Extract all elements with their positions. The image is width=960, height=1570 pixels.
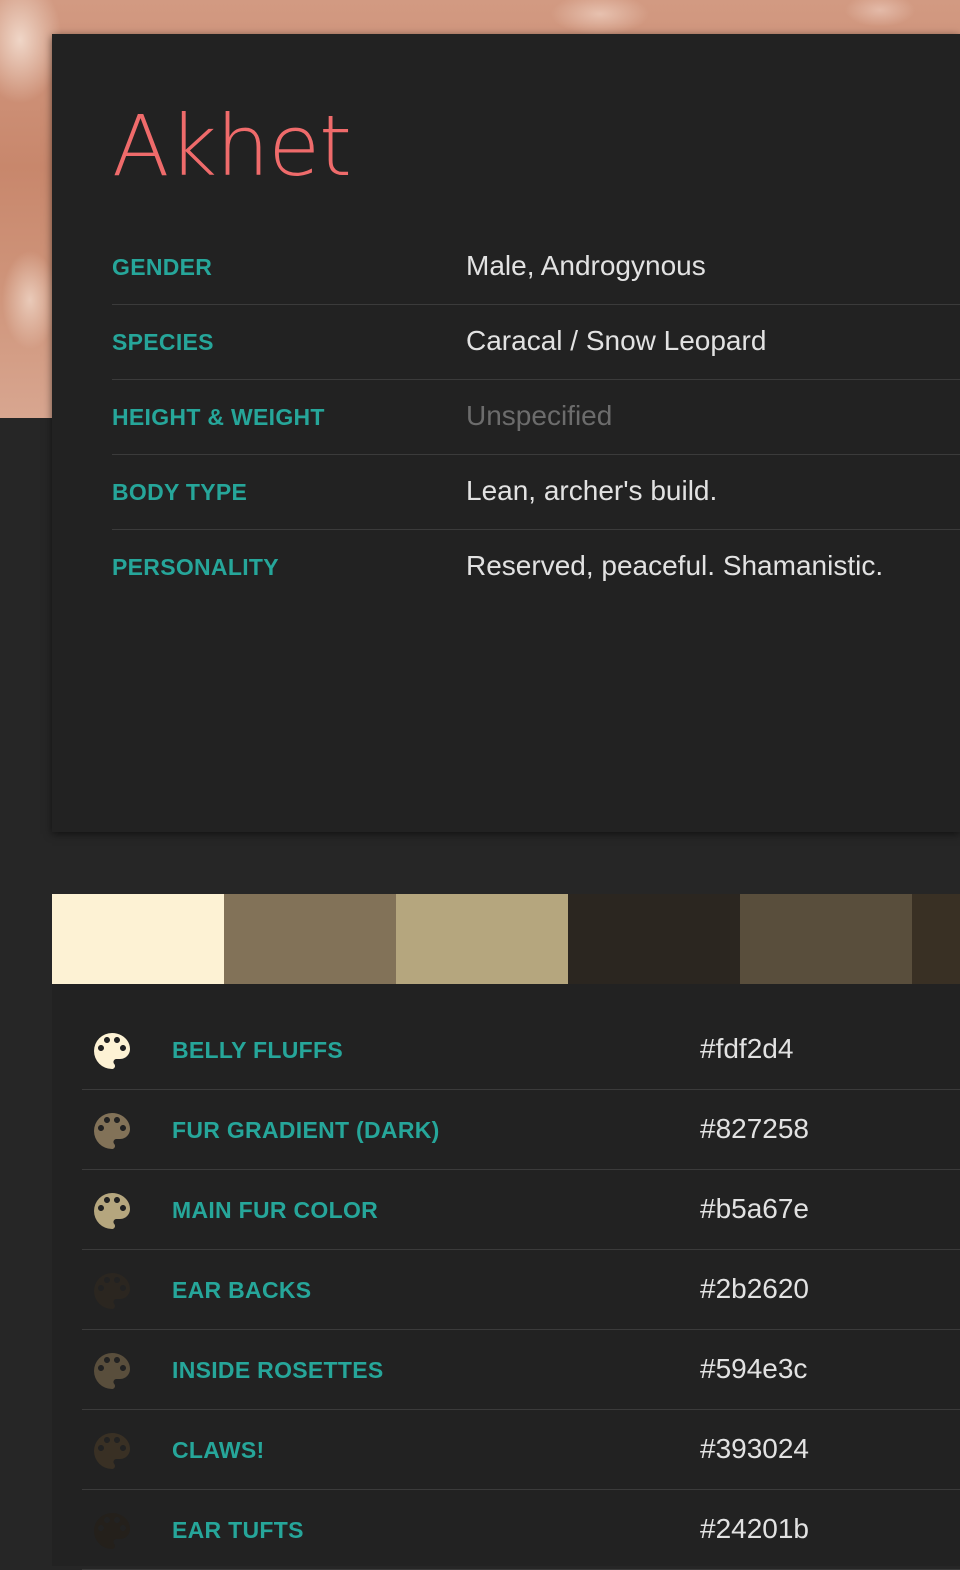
- attribute-row-species: SPECIES Caracal / Snow Leopard: [112, 305, 960, 380]
- attribute-label: GENDER: [112, 254, 213, 280]
- attribute-label: SPECIES: [112, 329, 214, 355]
- attribute-value: Reserved, peaceful. Shamanistic.: [466, 550, 884, 581]
- color-list: BELLY FLUFFS #fdf2d4 FUR GRADIENT (DARK)…: [82, 1010, 960, 1570]
- palette-icon-graphic: [94, 1193, 130, 1229]
- swatch-claws: [912, 894, 960, 984]
- attribute-row-personality: PERSONALITY Reserved, peaceful. Shamanis…: [112, 530, 960, 604]
- attribute-value: Male, Androgynous: [466, 250, 706, 281]
- palette-icon: [88, 1267, 136, 1315]
- swatch-belly-fluffs: [52, 894, 224, 984]
- color-label: EAR TUFTS: [172, 1517, 304, 1543]
- color-label: CLAWS!: [172, 1437, 265, 1463]
- attribute-label: HEIGHT & WEIGHT: [112, 404, 325, 430]
- attribute-value: Lean, archer's build.: [466, 475, 718, 506]
- color-hex-value: #827258: [700, 1113, 810, 1144]
- color-label: EAR BACKS: [172, 1277, 312, 1303]
- character-name: Akhet: [112, 97, 352, 195]
- palette-icon-graphic: [94, 1433, 130, 1469]
- attribute-row-body-type: BODY TYPE Lean, archer's build.: [112, 455, 960, 530]
- attribute-label: PERSONALITY: [112, 554, 279, 580]
- swatch-ear-backs: [568, 894, 740, 984]
- swatch-main-fur-color: [396, 894, 568, 984]
- palette-icon: [88, 1347, 136, 1395]
- color-label: BELLY FLUFFS: [172, 1037, 344, 1063]
- attribute-row-height-weight: HEIGHT & WEIGHT Unspecified: [112, 380, 960, 455]
- palette-icon-graphic: [94, 1513, 130, 1549]
- attribute-label: BODY TYPE: [112, 479, 248, 505]
- character-card: Akhet GENDER Male, Androgynous SPECIES C…: [52, 34, 960, 832]
- palette-icon-graphic: [94, 1113, 130, 1149]
- color-hex-value: #fdf2d4: [700, 1033, 794, 1064]
- attribute-value: Caracal / Snow Leopard: [466, 325, 767, 356]
- color-swatch-strip: [52, 894, 960, 984]
- palette-icon: [88, 1107, 136, 1155]
- attribute-row-gender: GENDER Male, Androgynous: [112, 230, 960, 305]
- color-row-ear-backs: EAR BACKS #2b2620: [82, 1250, 960, 1330]
- color-hex-value: #b5a67e: [700, 1193, 810, 1224]
- attribute-table: GENDER Male, Androgynous SPECIES Caracal…: [112, 230, 960, 604]
- palette-icon: [88, 1507, 136, 1555]
- color-row-main-fur-color: MAIN FUR COLOR #b5a67e: [82, 1170, 960, 1250]
- color-row-belly-fluffs: BELLY FLUFFS #fdf2d4: [82, 1010, 960, 1090]
- color-row-fur-gradient-dark: FUR GRADIENT (DARK) #827258: [82, 1090, 960, 1170]
- color-label: INSIDE ROSETTES: [172, 1357, 384, 1383]
- color-row-claws: CLAWS! #393024: [82, 1410, 960, 1490]
- color-hex-value: #2b2620: [700, 1273, 810, 1304]
- color-label: MAIN FUR COLOR: [172, 1197, 379, 1223]
- swatch-fur-gradient-dark: [224, 894, 396, 984]
- palette-icon-graphic: [94, 1033, 130, 1069]
- color-row-inside-rosettes: INSIDE ROSETTES #594e3c: [82, 1330, 960, 1410]
- palette-icon: [88, 1027, 136, 1075]
- palette-icon: [88, 1427, 136, 1475]
- color-hex-value: #393024: [700, 1433, 810, 1464]
- palette-icon-graphic: [94, 1273, 130, 1309]
- palette-icon-graphic: [94, 1353, 130, 1389]
- palette-icon: [88, 1187, 136, 1235]
- color-hex-value: #594e3c: [700, 1353, 808, 1384]
- color-hex-value: #24201b: [700, 1513, 810, 1544]
- attribute-value: Unspecified: [466, 400, 613, 431]
- color-label: FUR GRADIENT (DARK): [172, 1117, 440, 1143]
- color-list-panel: BELLY FLUFFS #fdf2d4 FUR GRADIENT (DARK)…: [52, 984, 960, 1570]
- color-row-ear-tufts: EAR TUFTS #24201b: [82, 1490, 960, 1570]
- swatch-inside-rosettes: [740, 894, 912, 984]
